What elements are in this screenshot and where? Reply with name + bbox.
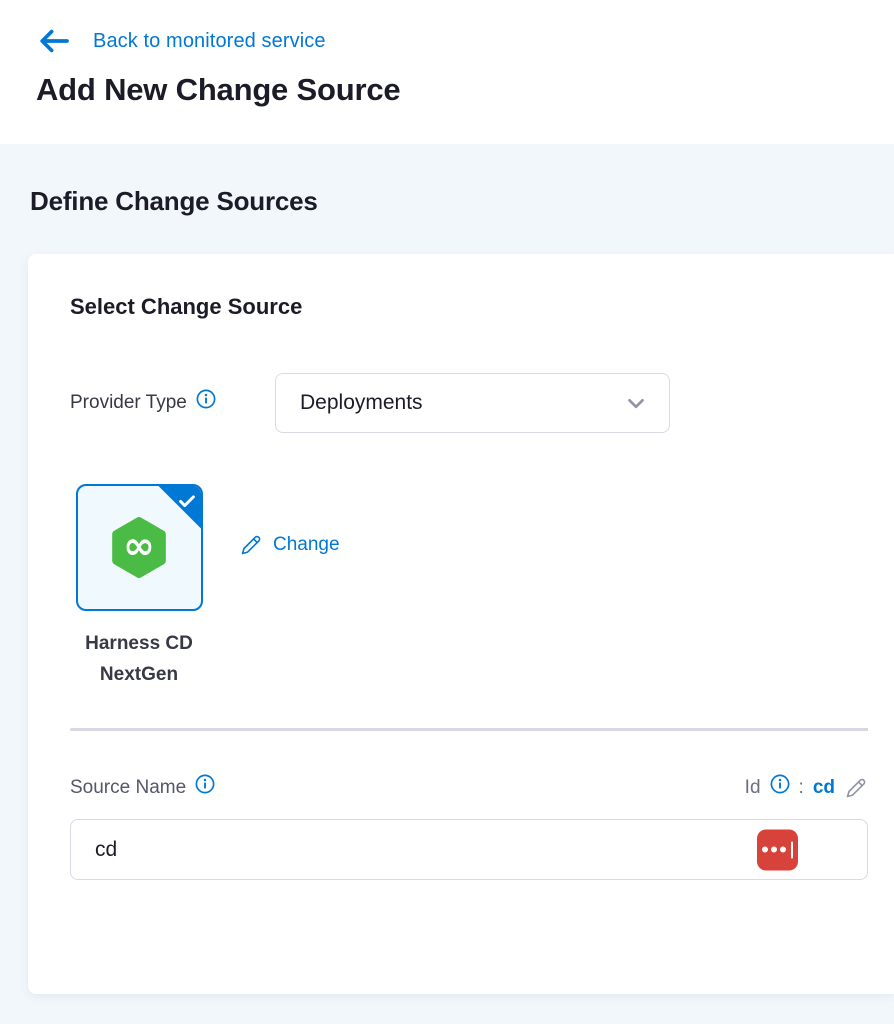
check-icon (176, 490, 198, 512)
provider-type-label-group: Provider Type (70, 392, 275, 414)
identifier-label: Id (745, 777, 761, 799)
provider-type-row: Provider Type Deployments (70, 373, 868, 433)
info-icon[interactable] (770, 774, 790, 794)
identifier-group: Id : cd (745, 776, 868, 800)
provider-type-value: Deployments (300, 391, 623, 415)
identifier-value: cd (813, 777, 835, 799)
source-name-label: Source Name (70, 777, 186, 799)
source-name-row: Source Name Id (70, 776, 868, 800)
chevron-down-icon[interactable] (623, 390, 649, 416)
card-heading: Select Change Source (70, 294, 868, 320)
source-name-label-group: Source Name (70, 777, 215, 799)
source-name-input[interactable] (70, 819, 868, 880)
section-heading: Define Change Sources (30, 186, 894, 217)
source-name-input-wrap (70, 819, 868, 880)
harness-cd-icon: ∞ (106, 515, 172, 581)
define-change-sources-section: Define Change Sources Select Change Sour… (0, 144, 894, 1024)
provider-type-dropdown[interactable]: Deployments (275, 373, 670, 433)
selected-provider: ∞ Harness CD NextGen (64, 484, 214, 690)
info-icon[interactable] (195, 774, 215, 794)
change-source-card: Select Change Source Provider Type Deplo… (28, 254, 894, 994)
info-icon[interactable] (196, 389, 216, 409)
password-manager-icon[interactable] (757, 829, 798, 870)
back-link[interactable]: Back to monitored service (38, 26, 894, 56)
divider (70, 728, 868, 731)
back-link-label[interactable]: Back to monitored service (93, 30, 326, 53)
change-link-label[interactable]: Change (273, 534, 340, 556)
add-change-source-page: Back to monitored service Add New Change… (0, 0, 894, 1024)
back-arrow-icon[interactable] (38, 28, 70, 54)
page-title: Add New Change Source (36, 72, 894, 108)
edit-identifier-icon[interactable] (844, 776, 868, 800)
page-header: Back to monitored service Add New Change… (0, 0, 894, 144)
provider-tile-harness-cd-nextgen[interactable]: ∞ (76, 484, 203, 611)
infinity-glyph: ∞ (123, 526, 155, 564)
change-provider-link[interactable]: Change (239, 533, 340, 557)
edit-pencil-icon[interactable] (239, 533, 263, 557)
identifier-separator: : (799, 777, 804, 799)
selected-provider-row: ∞ Harness CD NextGen Change (70, 484, 868, 690)
provider-tile-label: Harness CD NextGen (64, 628, 214, 690)
provider-type-label: Provider Type (70, 392, 187, 414)
